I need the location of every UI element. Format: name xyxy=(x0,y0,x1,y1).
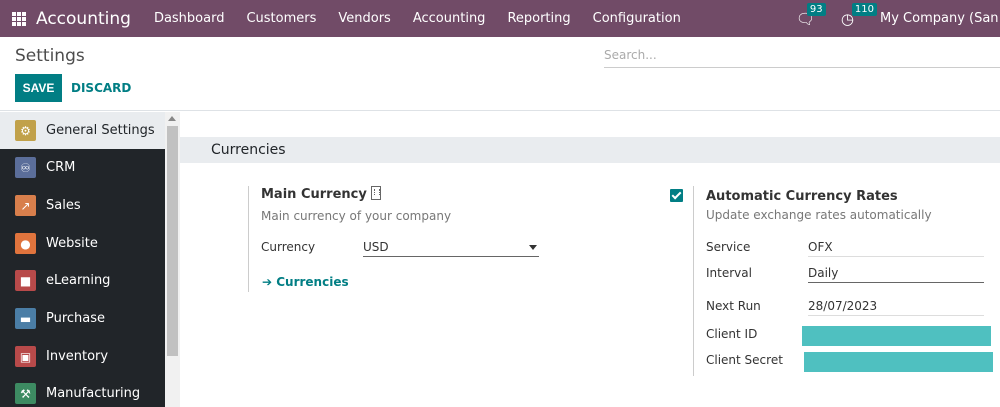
sidebar-item-label: Website xyxy=(46,236,98,251)
main-currency-title: Main Currency xyxy=(261,186,548,202)
sidebar-item-sales[interactable]: ↗ Sales xyxy=(0,187,165,224)
company-switcher[interactable]: My Company (San Fra xyxy=(880,11,1000,26)
activities-badge: 110 xyxy=(851,2,877,16)
app-brand[interactable]: Accounting xyxy=(36,9,131,29)
client-secret-field[interactable] xyxy=(804,352,993,372)
handshake-icon: ♾ xyxy=(15,157,36,178)
currency-select[interactable]: USD xyxy=(363,240,539,257)
sidebar-item-label: Manufacturing xyxy=(46,386,141,401)
scroll-up-icon[interactable] xyxy=(168,116,176,121)
sidebar-item-elearning[interactable]: ■ eLearning xyxy=(0,262,165,299)
sidebar-item-purchase[interactable]: ▬ Purchase xyxy=(0,300,165,337)
discard-button[interactable]: DISCARD xyxy=(71,74,131,102)
sidebar-scrollbar[interactable] xyxy=(165,112,180,407)
service-label: Service xyxy=(706,240,751,254)
control-panel: Settings Search... SAVE DISCARD xyxy=(0,37,1000,111)
chevron-down-icon xyxy=(529,245,537,250)
menu-reporting[interactable]: Reporting xyxy=(496,11,581,26)
auto-rates-checkbox[interactable] xyxy=(670,189,683,202)
client-id-field[interactable] xyxy=(802,326,991,346)
settings-sidebar: ⚙ General Settings ♾ CRM ↗ Sales ● Websi… xyxy=(0,112,165,407)
scroll-thumb[interactable] xyxy=(167,126,178,356)
messages-badge: 93 xyxy=(806,2,826,16)
service-select[interactable]: OFX xyxy=(808,240,984,257)
sidebar-item-label: Purchase xyxy=(46,311,106,326)
sidebar-item-website[interactable]: ● Website xyxy=(0,225,165,262)
sidebar-item-label: CRM xyxy=(46,160,76,175)
sidebar-item-general-settings[interactable]: ⚙ General Settings xyxy=(0,112,165,149)
wrench-icon: ⚒ xyxy=(15,383,36,404)
globe-icon: ● xyxy=(15,233,36,254)
elearning-icon: ■ xyxy=(15,270,36,291)
auto-rates-title: Automatic Currency Rates xyxy=(706,189,898,204)
next-run-field[interactable]: 28/07/2023 xyxy=(808,299,984,316)
auto-rates-description: Update exchange rates automatically xyxy=(706,208,932,222)
interval-label: Interval xyxy=(706,266,752,280)
sidebar-item-manufacturing[interactable]: ⚒ Manufacturing xyxy=(0,375,165,407)
sidebar-item-inventory[interactable]: ▣ Inventory xyxy=(0,338,165,375)
currencies-link[interactable]: ➔ Currencies xyxy=(262,275,349,289)
menu-accounting[interactable]: Accounting xyxy=(402,11,497,26)
sidebar-item-crm[interactable]: ♾ CRM xyxy=(0,149,165,186)
messages-button[interactable]: 🗨 93 xyxy=(796,2,826,28)
save-button[interactable]: SAVE xyxy=(15,74,62,102)
box-icon: ▣ xyxy=(15,346,36,367)
sidebar-item-label: Inventory xyxy=(46,349,109,364)
menu-dashboard[interactable]: Dashboard xyxy=(143,11,236,26)
currency-label: Currency xyxy=(261,240,316,254)
top-navbar: Accounting Dashboard Customers Vendors A… xyxy=(0,0,1000,37)
main-menu: Dashboard Customers Vendors Accounting R… xyxy=(143,11,692,26)
main-currency-description: Main currency of your company xyxy=(261,209,452,223)
sidebar-item-label: eLearning xyxy=(46,273,111,288)
menu-configuration[interactable]: Configuration xyxy=(582,11,692,26)
apps-grid-icon[interactable] xyxy=(12,11,26,26)
auto-rates-setting: Automatic Currency Rates Update exchange… xyxy=(693,186,1000,376)
section-title: Currencies xyxy=(211,142,286,158)
building-icon xyxy=(370,186,381,200)
nav-right: 🗨 93 ◷ 110 My Company (San Fra xyxy=(796,0,1000,37)
sidebar-item-label: Sales xyxy=(46,198,81,213)
activities-button[interactable]: ◷ 110 xyxy=(841,2,877,28)
card-icon: ▬ xyxy=(15,308,36,329)
page-title: Settings xyxy=(15,46,85,66)
next-run-label: Next Run xyxy=(706,299,761,313)
main-currency-setting: Main Currency Main currency of your comp… xyxy=(248,186,548,292)
sidebar-item-label: General Settings xyxy=(46,123,155,138)
search-input[interactable]: Search... xyxy=(604,46,1000,68)
client-secret-label: Client Secret xyxy=(706,353,783,367)
client-id-label: Client ID xyxy=(706,327,758,341)
chart-icon: ↗ xyxy=(15,195,36,216)
arrow-right-icon: ➔ xyxy=(262,275,277,289)
interval-select[interactable]: Daily xyxy=(808,266,984,283)
section-header: Currencies xyxy=(180,137,1000,163)
settings-content: Currencies Main Currency Main currency o… xyxy=(180,112,1000,407)
menu-vendors[interactable]: Vendors xyxy=(327,11,401,26)
gear-icon: ⚙ xyxy=(15,120,36,141)
menu-customers[interactable]: Customers xyxy=(235,11,327,26)
